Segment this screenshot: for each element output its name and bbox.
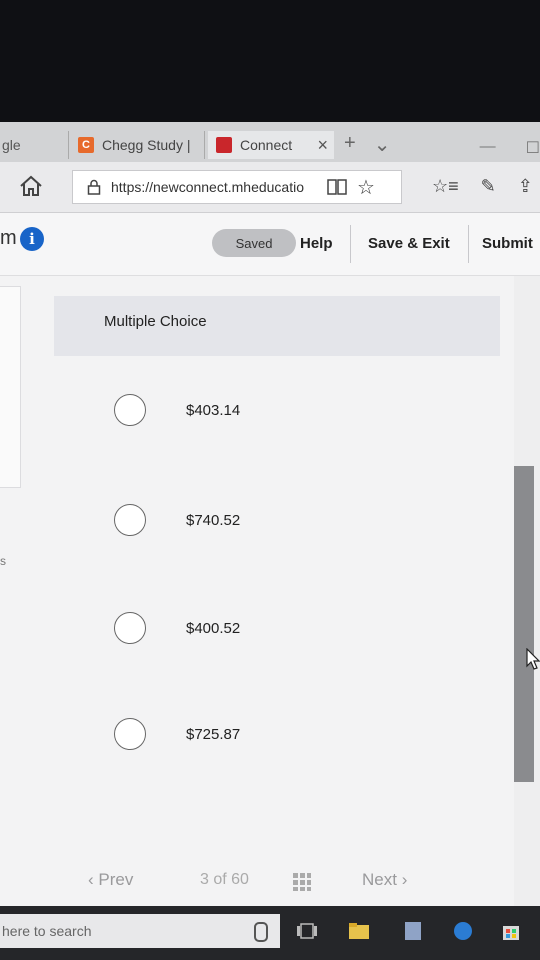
question-area: s Multiple Choice $403.14 $740.52 $400.5… [0, 276, 540, 906]
browser-toolbar-icons: ☆≡ ✎ ⇪ [432, 176, 533, 197]
url-field[interactable]: https://newconnect.mheducatio ☆ [72, 170, 402, 204]
url-text: https://newconnect.mheducatio [111, 179, 305, 195]
favorites-list-icon[interactable]: ☆≡ [432, 176, 459, 197]
task-view-icon[interactable] [296, 920, 318, 942]
tab-connect[interactable]: Connect × [208, 131, 334, 159]
help-button[interactable]: Help [300, 235, 333, 252]
microphone-icon[interactable] [254, 922, 268, 942]
radio-button[interactable] [114, 612, 146, 644]
windows-taskbar: here to search [0, 906, 540, 960]
screen-bezel [0, 0, 540, 122]
left-panel-edge [0, 286, 21, 488]
prev-button[interactable]: ‹ Prev [88, 870, 133, 890]
tab-actions: + ⌄ [344, 132, 390, 157]
of-label: of [213, 871, 227, 888]
tab-partial-label: gle [2, 137, 21, 153]
current-question: 3 [200, 871, 209, 888]
question-type-header: Multiple Choice [54, 296, 500, 356]
mouse-cursor-icon [526, 648, 540, 670]
tab-partial[interactable]: gle [0, 131, 69, 159]
tab-list-chevron-icon[interactable]: ⌄ [374, 132, 391, 157]
file-explorer-icon[interactable] [348, 920, 370, 942]
answer-text: $740.52 [186, 512, 241, 529]
header-divider [350, 225, 351, 263]
total-questions: 60 [231, 871, 249, 888]
favorite-star-icon[interactable]: ☆ [357, 175, 375, 200]
radio-button[interactable] [114, 504, 146, 536]
connect-favicon-icon [216, 137, 232, 153]
question-type-label: Multiple Choice [104, 313, 207, 330]
scrollbar-thumb[interactable] [514, 466, 534, 782]
info-icon[interactable]: i [20, 227, 44, 251]
next-label: Next [362, 870, 397, 889]
home-icon[interactable] [18, 174, 44, 198]
lock-icon [87, 179, 101, 195]
chevron-left-icon: ‹ [88, 870, 94, 889]
question-grid-icon[interactable] [292, 872, 312, 892]
pen-icon[interactable]: ✎ [481, 176, 496, 197]
app-icon[interactable] [402, 920, 424, 942]
answer-text: $403.14 [186, 402, 241, 419]
close-tab-icon[interactable]: × [317, 135, 328, 156]
answer-option-3[interactable]: $400.52 [114, 612, 314, 646]
address-bar-row: https://newconnect.mheducatio ☆ ☆≡ ✎ ⇪ [0, 162, 540, 213]
question-navigation: ‹ Prev 3 of 60 Next › [0, 866, 514, 900]
radio-button[interactable] [114, 394, 146, 426]
submit-button[interactable]: Submit [482, 235, 533, 252]
saved-status-badge: Saved [212, 229, 296, 257]
share-icon[interactable]: ⇪ [518, 176, 533, 197]
answer-option-2[interactable]: $740.52 [114, 504, 314, 538]
search-placeholder: here to search [2, 923, 92, 939]
minimize-icon[interactable]: — [480, 138, 496, 158]
save-exit-button[interactable]: Save & Exit [368, 235, 450, 252]
header-divider [468, 225, 469, 263]
prev-label: Prev [98, 870, 134, 889]
tab-connect-label: Connect [240, 137, 293, 153]
answer-option-4[interactable]: $725.87 [114, 718, 314, 752]
side-fragment: s [0, 554, 6, 568]
answer-option-1[interactable]: $403.14 [114, 394, 314, 428]
assignment-header: m i Saved Help Save & Exit Submit [0, 213, 540, 276]
new-tab-icon[interactable]: + [344, 132, 356, 157]
maximize-icon[interactable]: ☐ [526, 138, 540, 158]
answer-text: $725.87 [186, 726, 241, 743]
radio-button[interactable] [114, 718, 146, 750]
taskbar-search-input[interactable]: here to search [0, 914, 280, 948]
tab-chegg[interactable]: C Chegg Study | [70, 131, 205, 159]
window-controls: — ☐ [480, 138, 540, 158]
store-icon[interactable] [500, 920, 522, 942]
chegg-favicon-icon: C [78, 137, 94, 153]
next-button[interactable]: Next › [362, 870, 407, 890]
edge-browser-icon[interactable] [452, 920, 474, 942]
answer-text: $400.52 [186, 620, 241, 637]
reading-view-icon[interactable] [327, 178, 347, 196]
tab-bar: gle C Chegg Study | Connect × [0, 122, 540, 162]
chevron-right-icon: › [401, 870, 408, 889]
title-fragment: m [0, 227, 17, 249]
tab-chegg-label: Chegg Study | [102, 137, 191, 153]
page-indicator: 3 of 60 [200, 871, 249, 889]
